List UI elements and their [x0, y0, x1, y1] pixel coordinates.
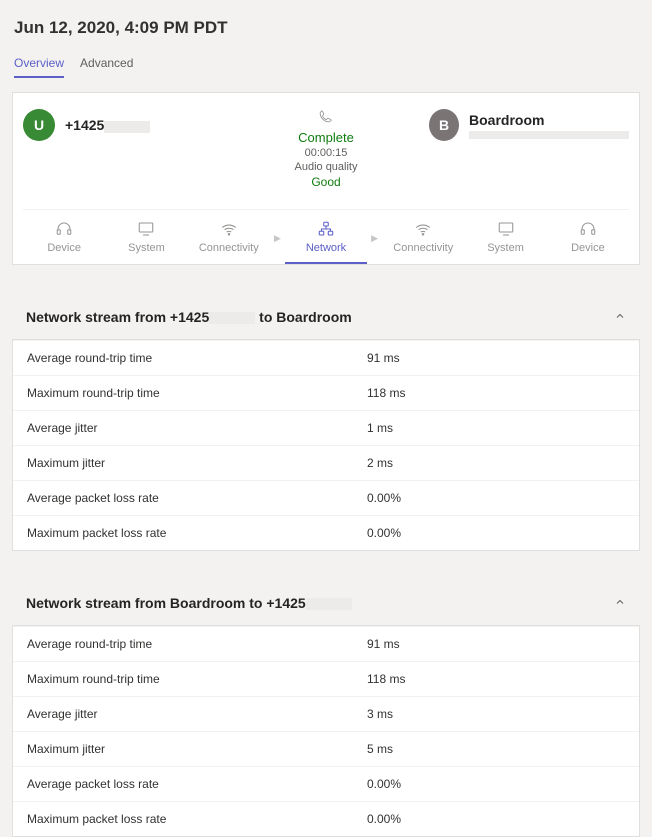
flow-label: Device [571, 242, 605, 254]
redacted-text [209, 312, 255, 324]
flow-connectivity-right[interactable]: Connectivity [382, 220, 464, 264]
metric-value: 5 ms [367, 742, 393, 756]
section-header[interactable]: Network stream from +1425 to Boardroom [12, 295, 640, 339]
redacted-text [306, 598, 352, 610]
chevron-up-icon [614, 310, 626, 325]
flow-label: Network [306, 242, 346, 254]
metric-key: Maximum jitter [27, 456, 367, 470]
caller-name: +1425 [65, 117, 104, 133]
metric-value: 2 ms [367, 456, 393, 470]
callee: B Boardroom [429, 109, 629, 141]
table-row: Maximum round-trip time118 ms [13, 375, 639, 410]
table-row: Maximum packet loss rate0.00% [13, 801, 639, 836]
call-status: Complete 00:00:15 Audio quality Good [223, 109, 429, 189]
page-title: Jun 12, 2020, 4:09 PM PDT [14, 18, 640, 38]
flow-system-left[interactable]: System [105, 220, 187, 264]
flow-label: Connectivity [199, 242, 259, 254]
metrics-table: Average round-trip time91 msMaximum roun… [12, 339, 640, 551]
metric-value: 91 ms [367, 351, 400, 365]
flow-connectivity-left[interactable]: Connectivity [188, 220, 270, 264]
flow-system-right[interactable]: System [464, 220, 546, 264]
metric-key: Maximum round-trip time [27, 386, 367, 400]
table-row: Average jitter3 ms [13, 696, 639, 731]
metric-value: 91 ms [367, 637, 400, 651]
flow-device-left[interactable]: Device [23, 220, 105, 264]
metric-value: 0.00% [367, 812, 401, 826]
metric-key: Average round-trip time [27, 637, 367, 651]
caller: U +1425 [23, 109, 223, 141]
redacted-text [104, 121, 150, 133]
section-title: Network stream from +1425 to Boardroom [26, 309, 352, 325]
table-row: Maximum jitter2 ms [13, 445, 639, 480]
metric-key: Average packet loss rate [27, 777, 367, 791]
table-row: Maximum packet loss rate0.00% [13, 515, 639, 550]
quality-flow: Device System Connectivity ▶ Network ▶ C… [23, 209, 629, 264]
metric-value: 1 ms [367, 421, 393, 435]
table-row: Maximum round-trip time118 ms [13, 661, 639, 696]
redacted-text [469, 131, 629, 139]
table-row: Average jitter1 ms [13, 410, 639, 445]
table-row: Average round-trip time91 ms [13, 340, 639, 375]
metric-key: Average jitter [27, 707, 367, 721]
metric-key: Average packet loss rate [27, 491, 367, 505]
call-duration: 00:00:15 [305, 147, 348, 159]
arrow-right-icon: ▶ [367, 233, 382, 252]
metric-value: 3 ms [367, 707, 393, 721]
metric-key: Maximum packet loss rate [27, 812, 367, 826]
flow-device-right[interactable]: Device [547, 220, 629, 264]
section-title: Network stream from Boardroom to +1425 [26, 595, 352, 611]
metric-value: 118 ms [367, 672, 405, 686]
audio-quality-value: Good [311, 175, 340, 189]
flow-label: System [128, 242, 165, 254]
phone-icon [319, 109, 333, 126]
metric-key: Maximum packet loss rate [27, 526, 367, 540]
flow-label: Device [47, 242, 81, 254]
metric-value: 118 ms [367, 386, 405, 400]
callee-avatar: B [429, 109, 459, 141]
tab-advanced[interactable]: Advanced [80, 56, 133, 78]
flow-label: Connectivity [393, 242, 453, 254]
metric-key: Maximum round-trip time [27, 672, 367, 686]
table-row: Maximum jitter5 ms [13, 731, 639, 766]
audio-quality-label: Audio quality [295, 161, 358, 173]
flow-network[interactable]: Network [285, 220, 367, 264]
call-summary-card: U +1425 Complete 00:00:15 Audio quality … [12, 92, 640, 265]
metric-value: 0.00% [367, 491, 401, 505]
call-status-label: Complete [298, 130, 354, 145]
caller-avatar: U [23, 109, 55, 141]
table-row: Average packet loss rate0.00% [13, 766, 639, 801]
tab-overview[interactable]: Overview [14, 56, 64, 78]
metric-value: 0.00% [367, 777, 401, 791]
metric-key: Average round-trip time [27, 351, 367, 365]
metrics-table: Average round-trip time91 msMaximum roun… [12, 625, 640, 837]
table-row: Average round-trip time91 ms [13, 626, 639, 661]
chevron-up-icon [614, 596, 626, 611]
metric-key: Maximum jitter [27, 742, 367, 756]
flow-label: System [487, 242, 524, 254]
metric-key: Average jitter [27, 421, 367, 435]
section-header[interactable]: Network stream from Boardroom to +1425 [12, 581, 640, 625]
metric-value: 0.00% [367, 526, 401, 540]
arrow-right-icon: ▶ [270, 233, 285, 252]
call-parties: U +1425 Complete 00:00:15 Audio quality … [23, 109, 629, 189]
tabs: Overview Advanced [14, 56, 640, 78]
callee-name: Boardroom [469, 112, 629, 128]
table-row: Average packet loss rate0.00% [13, 480, 639, 515]
